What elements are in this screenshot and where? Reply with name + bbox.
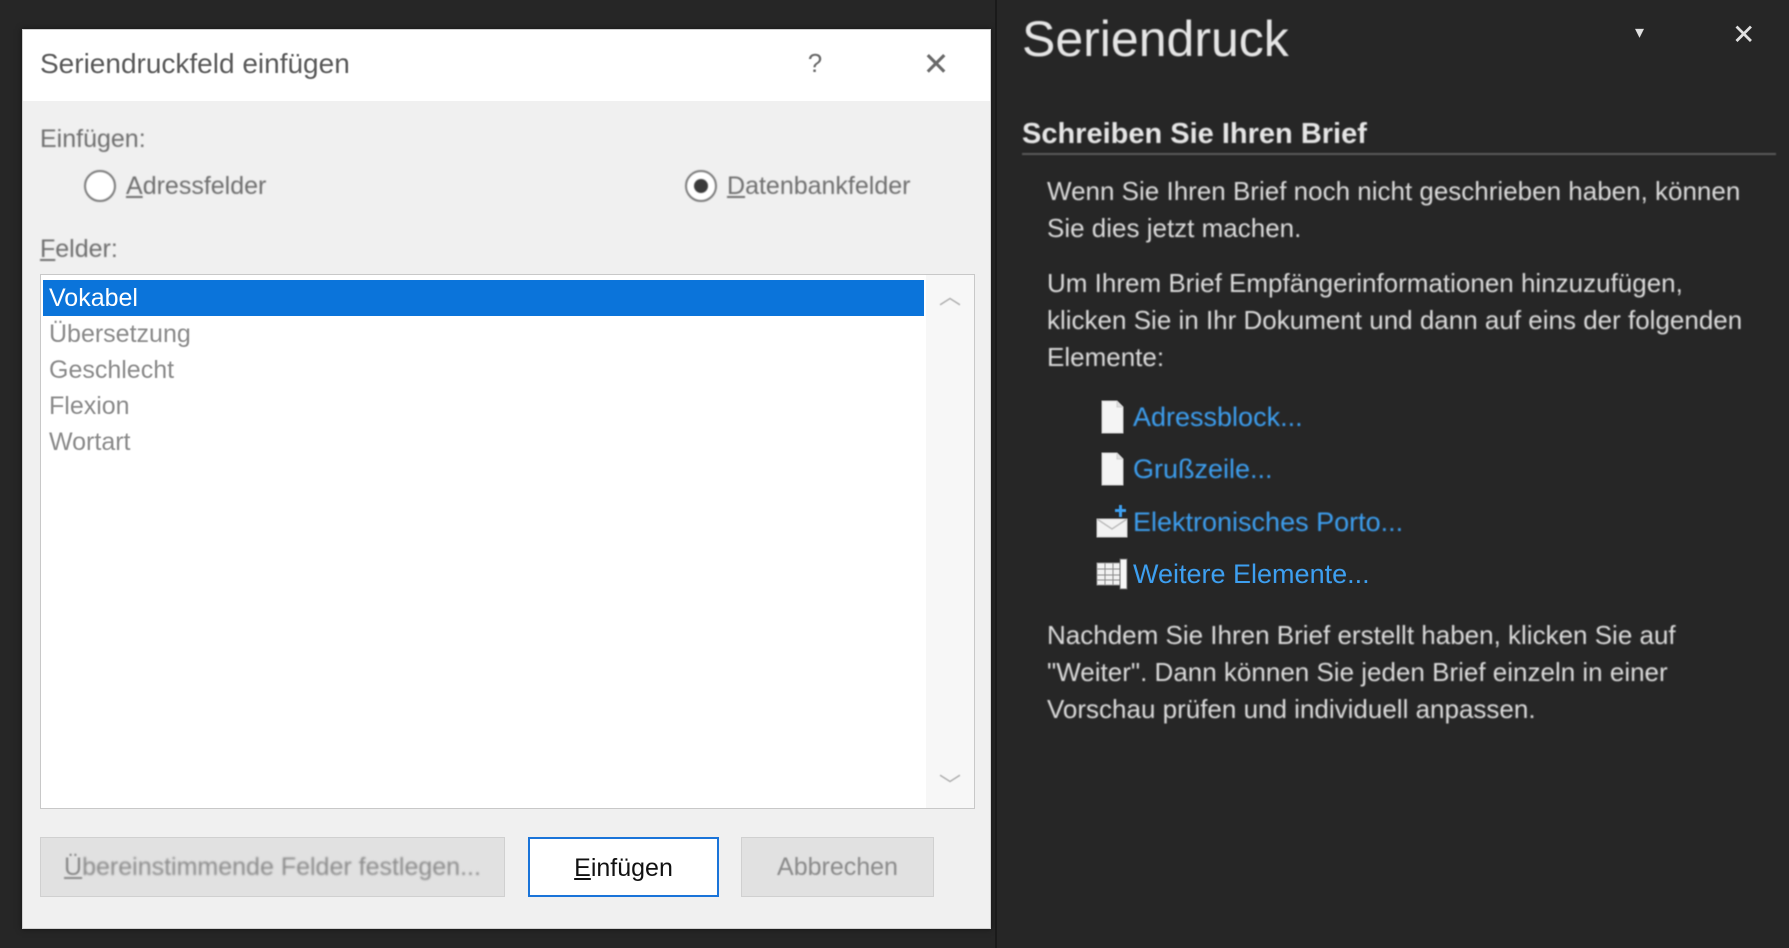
insert-button[interactable]: Einfügen: [528, 837, 719, 897]
chevron-down-icon[interactable]: ﹀: [926, 766, 974, 806]
pane-title: Seriendruck: [1022, 11, 1289, 67]
list-item[interactable]: Vokabel: [43, 280, 924, 316]
list-item[interactable]: Wortart: [43, 424, 924, 460]
link-greeting-line[interactable]: Grußzeile...: [1095, 450, 1273, 488]
insert-merge-field-dialog: Seriendruckfeld einfügen ? ✕ Einfügen: A…: [22, 29, 991, 929]
vertical-scrollbar[interactable]: ︿ ﹀: [926, 275, 974, 808]
envelope-icon: [1096, 505, 1128, 538]
fields-listbox[interactable]: Vokabel Übersetzung Geschlecht Flexion W…: [40, 274, 975, 809]
radio-database-label: Datenbankfelder: [727, 171, 911, 200]
cancel-button[interactable]: Abbrechen: [741, 837, 934, 897]
link-label[interactable]: Adressblock...: [1133, 402, 1303, 433]
link-label[interactable]: Weitere Elemente...: [1133, 559, 1370, 590]
radio-button-database[interactable]: [685, 170, 717, 202]
dialog-titlebar: Seriendruckfeld einfügen ? ✕: [23, 30, 990, 101]
list-item[interactable]: Flexion: [43, 388, 924, 424]
instruction-text: Wenn Sie Ihren Brief noch nicht geschrie…: [1047, 176, 1741, 243]
instruction-text: Um Ihrem Brief Empfängerinformationen hi…: [1047, 268, 1743, 372]
fields-label: Felder:: [40, 235, 118, 263]
dialog-title: Seriendruckfeld einfügen: [40, 48, 350, 79]
table-icon: [1096, 558, 1128, 590]
close-button[interactable]: ✕: [916, 44, 956, 84]
radio-address-label: Adressfelder: [126, 171, 267, 200]
chevron-up-icon[interactable]: ︿: [926, 277, 974, 317]
fields-list-items: Vokabel Übersetzung Geschlecht Flexion W…: [43, 280, 924, 460]
radio-address-fields[interactable]: Adressfelder: [84, 170, 266, 202]
instruction-text: Nachdem Sie Ihren Brief erstellt haben, …: [1047, 620, 1676, 724]
mail-merge-task-pane: Seriendruck ▾ ✕ Schreiben Sie Ihren Brie…: [995, 0, 1789, 948]
section-heading: Schreiben Sie Ihren Brief: [1022, 118, 1776, 155]
pane-close-icon[interactable]: ✕: [1732, 18, 1755, 51]
link-label[interactable]: Grußzeile...: [1133, 454, 1273, 485]
link-label[interactable]: Elektronisches Porto...: [1133, 507, 1403, 538]
radio-database-fields[interactable]: Datenbankfelder: [685, 170, 910, 202]
document-icon: [1101, 452, 1124, 486]
match-fields-button[interactable]: Übereinstimmende Felder festlegen...: [40, 837, 505, 897]
document-icon: [1101, 400, 1124, 434]
help-button[interactable]: ?: [800, 48, 830, 84]
radio-button-address[interactable]: [84, 170, 116, 202]
insert-label: Einfügen:: [40, 125, 146, 153]
link-more-items[interactable]: Weitere Elemente...: [1095, 555, 1370, 593]
pane-options-icon[interactable]: ▾: [1635, 22, 1644, 43]
link-address-block[interactable]: Adressblock...: [1095, 398, 1303, 436]
link-electronic-postage[interactable]: Elektronisches Porto...: [1095, 503, 1403, 541]
list-item[interactable]: Geschlecht: [43, 352, 924, 388]
list-item[interactable]: Übersetzung: [43, 316, 924, 352]
